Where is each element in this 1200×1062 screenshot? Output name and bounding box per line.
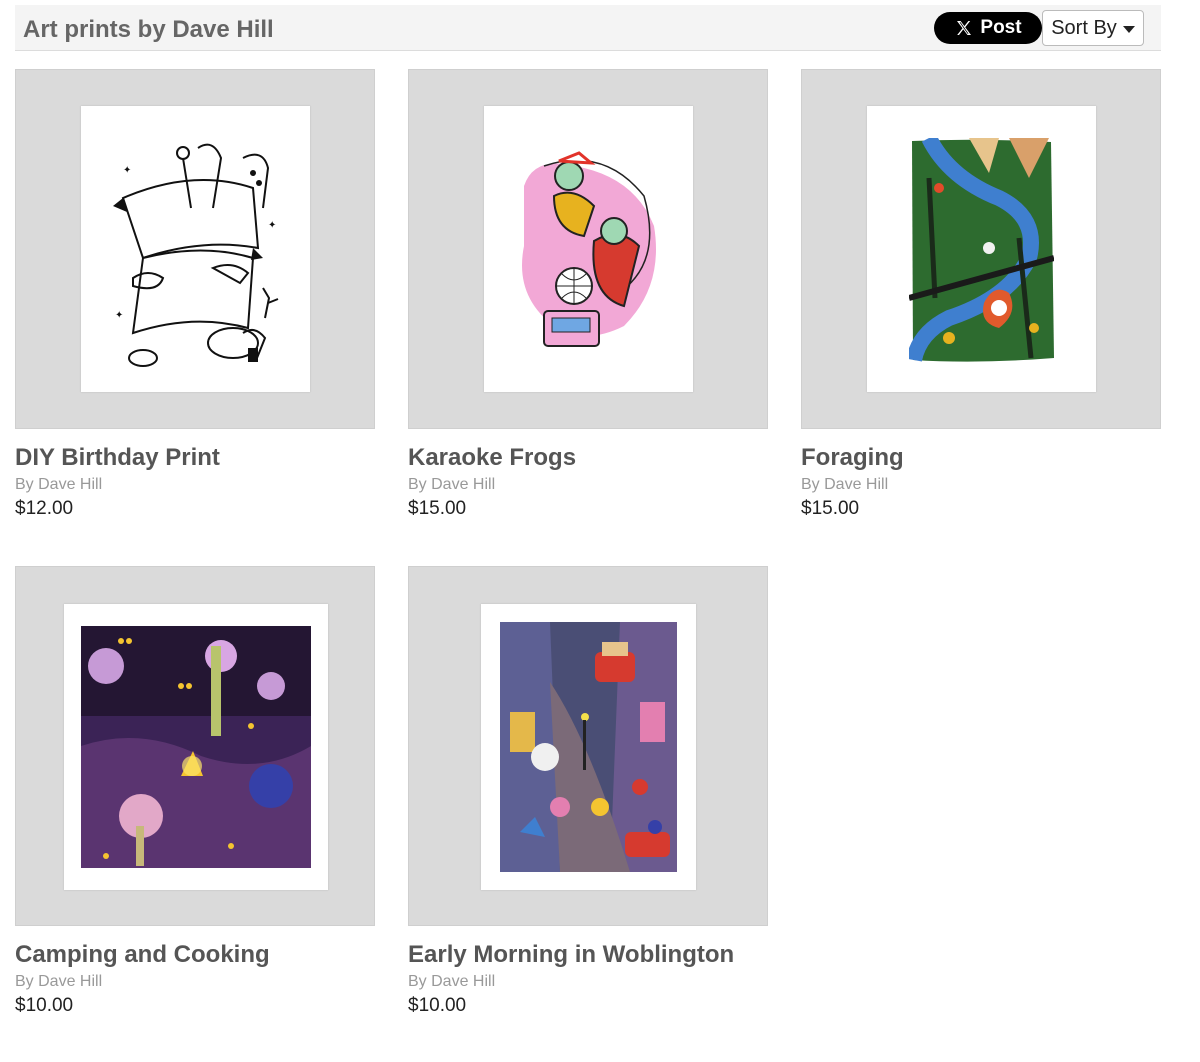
product-title[interactable]: DIY Birthday Print	[15, 444, 375, 472]
product-price: $15.00	[801, 498, 860, 519]
product-artist: By Dave Hill	[801, 476, 889, 493]
sort-by-label: Sort By	[1051, 16, 1117, 39]
product-image-frame[interactable]	[408, 69, 768, 429]
svg-text:✦: ✦	[115, 310, 123, 321]
print-mat	[481, 604, 696, 890]
sort-by-dropdown[interactable]: Sort By	[1042, 10, 1144, 46]
product-artist: By Dave Hill	[408, 973, 496, 990]
product-image-frame[interactable]	[15, 566, 375, 926]
forest-river-illustration-icon	[909, 138, 1054, 362]
product-artist: By Dave Hill	[408, 476, 496, 493]
product-card[interactable]: Foraging By Dave Hill $15.00	[801, 69, 1161, 520]
product-price: $15.00	[408, 498, 467, 519]
line-art-animals-banner-icon: ✦ ✦ ✦	[103, 128, 288, 370]
product-image-frame[interactable]	[801, 69, 1161, 429]
product-title[interactable]: Foraging	[801, 444, 1161, 472]
product-artist: By Dave Hill	[15, 476, 103, 493]
print-mat: ✦ ✦ ✦	[81, 106, 310, 392]
svg-text:✦: ✦	[123, 165, 131, 176]
print-mat	[867, 106, 1096, 392]
product-price: $10.00	[15, 995, 74, 1016]
product-image-frame[interactable]: ✦ ✦ ✦	[15, 69, 375, 429]
svg-text:✦: ✦	[268, 220, 276, 231]
product-card[interactable]: Early Morning in Woblington By Dave Hill…	[408, 566, 768, 1017]
night-camp-illustration-icon	[81, 626, 311, 868]
page-header: Art prints by Dave Hill Post Sort By	[15, 5, 1161, 51]
product-card[interactable]: ✦ ✦ ✦ DIY Birthday Print By Dave Hill $1…	[15, 69, 375, 520]
product-price: $10.00	[408, 995, 467, 1016]
x-post-button[interactable]: Post	[934, 12, 1042, 44]
product-artist: By Dave Hill	[15, 973, 103, 990]
product-title[interactable]: Early Morning in Woblington	[408, 941, 768, 969]
product-card[interactable]: Karaoke Frogs By Dave Hill $15.00	[408, 69, 768, 520]
x-logo-icon	[954, 18, 974, 38]
caret-down-icon	[1122, 25, 1135, 33]
print-mat	[64, 604, 328, 890]
product-price: $12.00	[15, 498, 74, 519]
frogs-karaoke-illustration-icon	[514, 146, 664, 356]
town-street-illustration-icon	[500, 622, 677, 872]
product-image-frame[interactable]	[408, 566, 768, 926]
page-title: Art prints by Dave Hill	[23, 16, 274, 43]
product-title[interactable]: Camping and Cooking	[15, 941, 375, 969]
product-card[interactable]: Camping and Cooking By Dave Hill $10.00	[15, 566, 375, 1017]
print-mat	[484, 106, 693, 392]
x-post-label: Post	[980, 17, 1022, 38]
product-title[interactable]: Karaoke Frogs	[408, 444, 768, 472]
